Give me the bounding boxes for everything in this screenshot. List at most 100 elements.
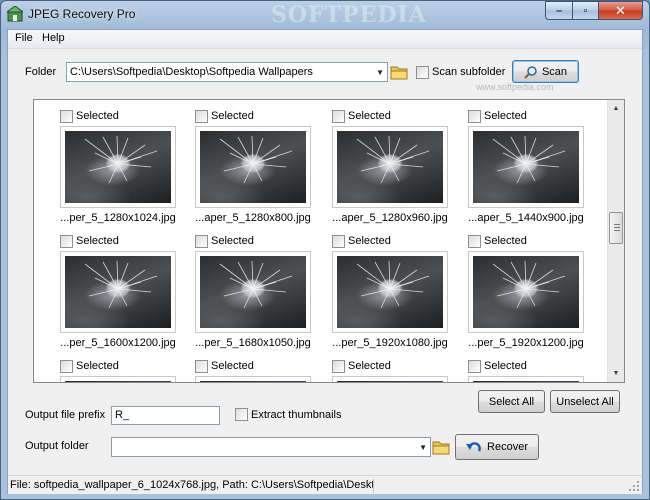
caption-buttons: – ▫ ✕ xyxy=(545,1,643,20)
thumbnail-image xyxy=(200,381,306,382)
output-prefix-value: R_ xyxy=(115,409,130,421)
thumbnail-frame[interactable] xyxy=(468,126,584,208)
softpedia-url-watermark: www.softpedia.com xyxy=(476,82,554,92)
thumbnail-select-checkbox[interactable] xyxy=(332,110,345,123)
client-area: File Help Folder C:\Users\Softpedia\Desk… xyxy=(7,29,643,494)
thumbnail-select-label: Selected xyxy=(76,110,119,122)
thumbnail-filename: ...aper_5_1280x960.jpg xyxy=(332,212,448,224)
app-window: JPEG Recovery Pro SOFTPEDIA – ▫ ✕ File H… xyxy=(0,0,650,500)
thumbnail-frame[interactable] xyxy=(195,251,311,333)
browse-output-folder-icon[interactable] xyxy=(432,438,450,456)
thumbnail-select-checkbox[interactable] xyxy=(195,360,208,373)
recover-arrow-icon xyxy=(466,442,481,452)
softpedia-watermark: SOFTPEDIA xyxy=(271,2,427,28)
thumbnail-frame[interactable] xyxy=(332,126,448,208)
thumbnail-select-checkbox[interactable] xyxy=(332,360,345,373)
thumbnail-frame[interactable] xyxy=(60,376,176,382)
recover-button[interactable]: Recover xyxy=(455,434,539,460)
thumbnail-image xyxy=(337,256,443,328)
output-chevron-down-icon[interactable]: ▼ xyxy=(419,443,427,452)
thumbnail-select-label: Selected xyxy=(76,235,119,247)
thumbnail-image xyxy=(337,131,443,203)
minimize-button[interactable]: – xyxy=(545,1,572,20)
browse-folder-icon[interactable] xyxy=(390,63,408,81)
thumbnail-image xyxy=(473,256,579,328)
menu-help-label: Help xyxy=(42,32,65,44)
thumbnail-filename: ...per_5_1920x1200.jpg xyxy=(468,337,584,349)
thumbnail-image xyxy=(473,381,579,382)
resize-grip-icon[interactable] xyxy=(628,480,640,492)
thumbnail-frame[interactable] xyxy=(468,251,584,333)
unselect-all-button[interactable]: Unselect All xyxy=(550,390,620,413)
magnifier-icon xyxy=(524,65,537,79)
thumbnail-select-label: Selected xyxy=(76,360,119,372)
output-prefix-label: Output file prefix xyxy=(25,409,106,421)
select-all-button[interactable]: Select All xyxy=(478,390,545,413)
thumbnail-select-checkbox[interactable] xyxy=(60,235,73,248)
menu-help[interactable]: Help xyxy=(39,32,68,44)
status-text: File: softpedia_wallpaper_6_1024x768.jpg… xyxy=(10,479,374,493)
thumbnail-image xyxy=(200,131,306,203)
close-button[interactable]: ✕ xyxy=(598,1,643,20)
thumbnail-select-checkbox[interactable] xyxy=(60,360,73,373)
thumbnail-select-checkbox[interactable] xyxy=(60,110,73,123)
thumbnail-image xyxy=(337,381,443,382)
thumbnail-gallery: ▲ ▼ Selected ...per_5_1280x1024.jpg Select… xyxy=(33,99,625,383)
thumbnail-frame[interactable] xyxy=(60,126,176,208)
menu-file[interactable]: File xyxy=(12,32,36,44)
thumbnail-frame[interactable] xyxy=(332,376,448,382)
menu-bar: File Help xyxy=(8,30,642,49)
thumbnail-select-checkbox[interactable] xyxy=(468,360,481,373)
thumbnail-filename: ...aper_5_1440x900.jpg xyxy=(468,212,584,224)
thumbnail-frame[interactable] xyxy=(195,126,311,208)
thumbnail-select-checkbox[interactable] xyxy=(195,110,208,123)
thumbnail-select-label: Selected xyxy=(348,360,391,372)
thumbnail-select-checkbox[interactable] xyxy=(468,235,481,248)
folder-combo[interactable]: C:\Users\Softpedia\Desktop\Softpedia Wal… xyxy=(66,62,388,82)
vertical-scrollbar[interactable]: ▲ ▼ xyxy=(607,100,624,382)
thumbnail-select-label: Selected xyxy=(211,360,254,372)
thumbnail-select-label: Selected xyxy=(484,235,527,247)
unselect-all-label: Unselect All xyxy=(556,395,614,408)
thumbnail-frame[interactable] xyxy=(195,376,311,382)
folder-label: Folder xyxy=(25,66,57,78)
thumbnail-filename: ...per_5_1680x1050.jpg xyxy=(195,337,311,349)
extract-thumbnails-checkbox[interactable] xyxy=(235,408,248,421)
thumbnail-select-checkbox[interactable] xyxy=(468,110,481,123)
window-title: JPEG Recovery Pro xyxy=(28,7,136,21)
minimize-icon: – xyxy=(555,4,563,17)
output-folder-label: Output folder xyxy=(25,440,89,452)
close-icon: ✕ xyxy=(615,2,626,18)
thumbnail-filename: ...per_5_1280x1024.jpg xyxy=(60,212,176,224)
thumbnail-image xyxy=(473,131,579,203)
select-all-label: Select All xyxy=(488,395,535,408)
thumbnail-select-label: Selected xyxy=(211,110,254,122)
thumbnail-select-label: Selected xyxy=(211,235,254,247)
recover-button-label: Recover xyxy=(487,441,528,453)
output-prefix-input[interactable]: R_ xyxy=(111,406,220,425)
thumbnail-select-label: Selected xyxy=(484,360,527,372)
thumbnail-select-checkbox[interactable] xyxy=(332,235,345,248)
maximize-button[interactable]: ▫ xyxy=(572,1,598,20)
scroll-up-icon[interactable]: ▲ xyxy=(608,100,624,117)
thumbnail-filename: ...per_5_1600x1200.jpg xyxy=(60,337,176,349)
folder-combo-value: C:\Users\Softpedia\Desktop\Softpedia Wal… xyxy=(70,66,313,78)
thumbnail-frame[interactable] xyxy=(468,376,584,382)
scan-button[interactable]: Scan xyxy=(512,60,579,83)
status-bar: File: softpedia_wallpaper_6_1024x768.jpg… xyxy=(8,475,642,494)
chevron-down-icon[interactable]: ▼ xyxy=(376,68,384,77)
thumbnail-frame[interactable] xyxy=(332,251,448,333)
thumbnail-select-checkbox[interactable] xyxy=(195,235,208,248)
thumbnail-image xyxy=(200,256,306,328)
thumbnail-frame[interactable] xyxy=(60,251,176,333)
thumbnail-select-label: Selected xyxy=(348,235,391,247)
thumbnail-image xyxy=(65,381,171,382)
thumbnail-image xyxy=(65,131,171,203)
output-folder-combo[interactable]: ▼ xyxy=(111,437,431,457)
scan-subfolder-checkbox[interactable] xyxy=(416,66,429,79)
title-bar[interactable]: JPEG Recovery Pro SOFTPEDIA – ▫ ✕ xyxy=(1,1,649,28)
scroll-down-icon[interactable]: ▼ xyxy=(608,365,624,382)
scroll-thumb[interactable] xyxy=(609,212,623,244)
thumbnail-image xyxy=(65,256,171,328)
app-icon xyxy=(7,6,23,22)
